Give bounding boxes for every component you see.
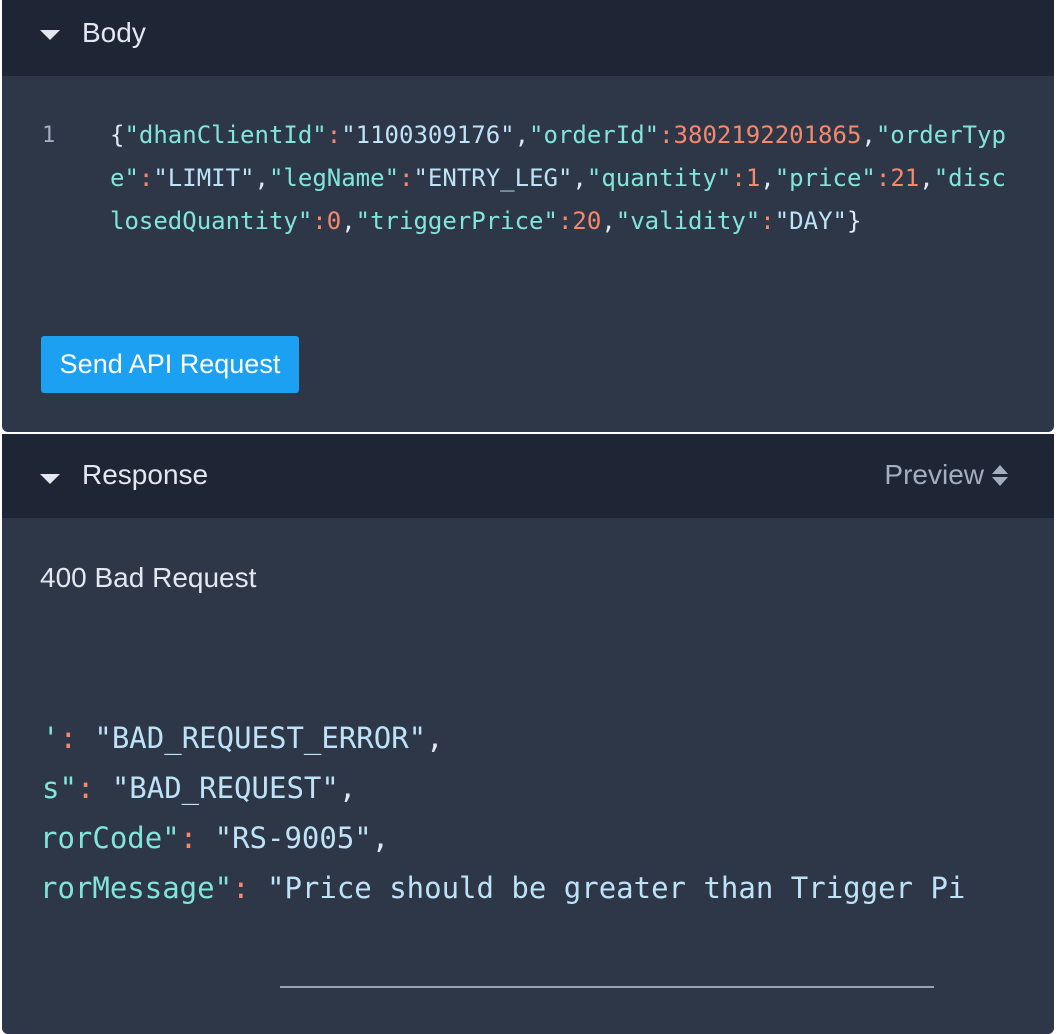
response-line: rorMessage": "Price should be greater th… [40,871,966,905]
response-header[interactable]: Response Preview [2,434,1054,518]
response-line: ': "BAD_REQUEST_ERROR", [42,721,444,755]
response-panel: Response Preview 400 Bad Request ': "BAD… [2,434,1054,1034]
sort-updown-icon [992,464,1008,486]
view-mode-select[interactable]: Preview [884,459,1008,491]
body-title: Body [82,17,146,48]
response-body[interactable]: ': "BAD_REQUEST_ERROR", s": "BAD_REQUEST… [2,713,1018,913]
body-header[interactable]: Body [2,0,1054,76]
response-line: s": "BAD_REQUEST", [42,771,357,805]
horizontal-scrollbar[interactable] [280,986,934,988]
send-api-request-button[interactable]: Send API Request [41,336,299,393]
request-body-text[interactable]: {"dhanClientId":"1100309176","orderId":3… [110,114,1020,243]
response-status: 400 Bad Request [40,562,257,593]
response-title: Response [82,459,209,490]
line-number: 1 [42,123,56,148]
response-line: rorCode": "RS-9005", [40,821,390,855]
caret-down-icon[interactable] [40,474,60,484]
body-panel: Body 1 {"dhanClientId":"1100309176","ord… [2,0,1054,432]
view-mode-label: Preview [884,459,984,490]
caret-down-icon[interactable] [40,30,60,40]
